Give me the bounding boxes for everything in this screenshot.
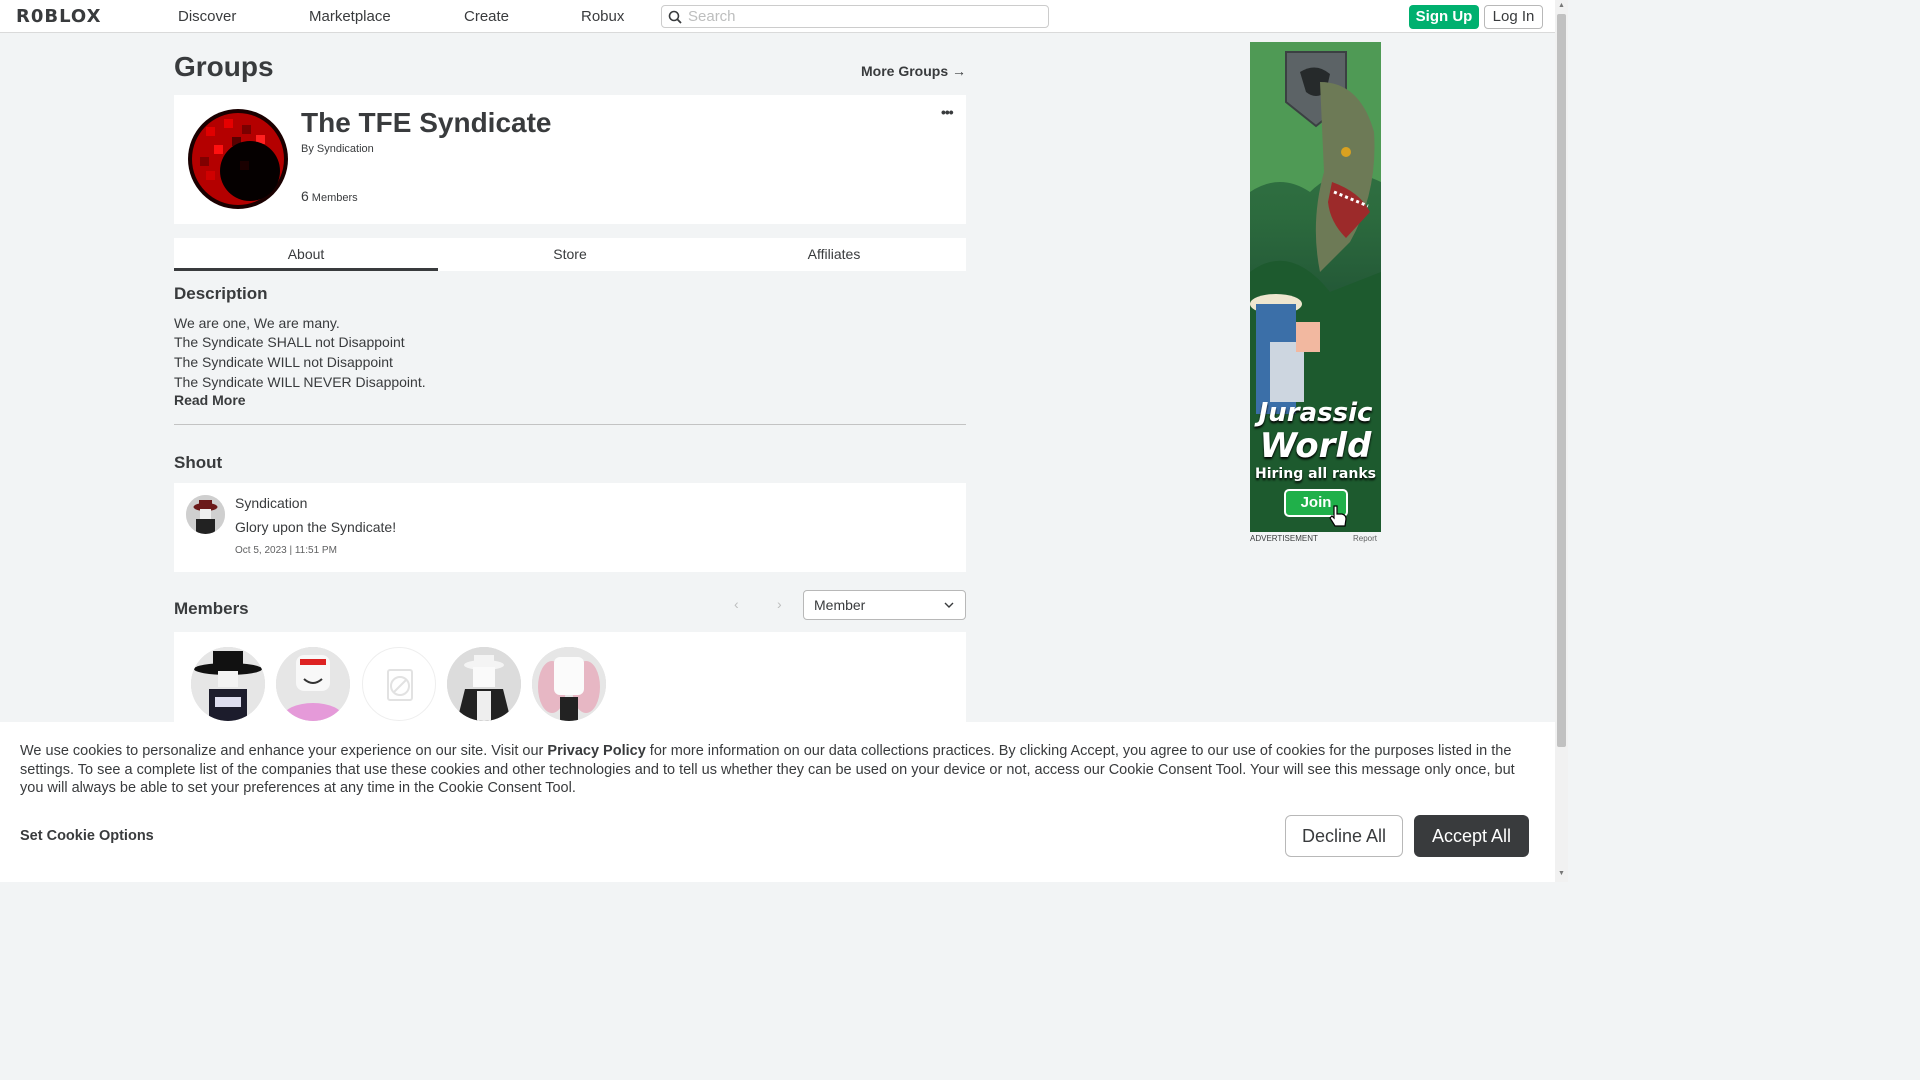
sign-up-button[interactable]: Sign Up <box>1409 5 1479 29</box>
log-in-button[interactable]: Log In <box>1484 5 1543 29</box>
members-list <box>174 632 966 732</box>
top-nav: R0BLOX Discover Marketplace Create Robux… <box>0 0 1555 33</box>
shout-avatar-image <box>186 495 225 534</box>
by-prefix: By <box>301 143 314 155</box>
member-count: 6 Members <box>301 188 358 204</box>
search-input[interactable] <box>688 7 1038 26</box>
member-avatar-unavailable[interactable] <box>362 647 436 721</box>
set-cookie-options-link[interactable]: Set Cookie Options <box>20 828 154 844</box>
member-avatar-image <box>276 647 350 721</box>
description-heading: Description <box>174 284 268 303</box>
next-page-icon[interactable]: › <box>777 596 782 612</box>
description-line: The Syndicate SHALL not Disappoint <box>174 334 405 350</box>
cookie-message: We use cookies to personalize and enhanc… <box>20 742 1540 798</box>
accept-all-button[interactable]: Accept All <box>1414 815 1529 857</box>
decline-all-button[interactable]: Decline All <box>1285 815 1403 857</box>
shout-text: Glory upon the Syndicate! <box>235 519 397 535</box>
nav-create[interactable]: Create <box>464 8 509 25</box>
nav-marketplace[interactable]: Marketplace <box>309 8 391 25</box>
ad-title-line-1: Jurassic <box>1258 398 1373 428</box>
roblox-logo[interactable]: R0BLOX <box>16 6 101 27</box>
group-name: The TFE Syndicate <box>301 107 552 138</box>
cookie-text-before: We use cookies to personalize and enhanc… <box>20 743 548 759</box>
search-box <box>661 5 1049 28</box>
group-owner-link[interactable]: Syndication <box>317 143 374 155</box>
member-avatar-image <box>532 647 606 721</box>
description-line: We are one, We are many. <box>174 315 340 331</box>
hand-cursor-icon <box>1329 505 1347 527</box>
read-more-link[interactable]: Read More <box>174 392 246 408</box>
tab-store[interactable]: Store <box>438 238 702 271</box>
privacy-policy-link[interactable]: Privacy Policy <box>547 743 645 759</box>
cookie-consent-banner: We use cookies to personalize and enhanc… <box>0 722 1555 882</box>
previous-page-icon[interactable]: ‹ <box>734 596 739 612</box>
advertisement-banner[interactable]: Jurassic World Hiring all ranks Join <box>1250 42 1381 532</box>
tab-affiliates[interactable]: Affiliates <box>702 238 966 271</box>
scroll-thumb[interactable] <box>1557 14 1566 747</box>
tab-about[interactable]: About <box>174 238 438 271</box>
unavailable-icon <box>387 669 413 701</box>
group-emblem-image <box>186 107 291 212</box>
description-line: The Syndicate WILL NEVER Disappoint. <box>174 374 426 390</box>
nav-robux[interactable]: Robux <box>581 8 624 25</box>
scroll-down-arrow-icon[interactable]: ▼ <box>1558 870 1565 877</box>
group-tabs: About Store Affiliates <box>174 238 966 271</box>
group-header-card: The TFE Syndicate By Syndication 6 Member… <box>174 95 966 224</box>
page-scrollbar[interactable]: ▲ ▼ <box>1555 0 1568 882</box>
shout-card: Syndication Glory upon the Syndicate! Oc… <box>174 483 966 572</box>
ad-title-line-2: World <box>1259 426 1372 466</box>
shout-heading: Shout <box>174 453 223 472</box>
avatar[interactable] <box>186 495 225 534</box>
page-title: Groups <box>174 51 274 82</box>
member-avatar[interactable] <box>191 647 265 721</box>
chevron-down-icon <box>944 602 954 608</box>
member-avatar[interactable] <box>447 647 521 721</box>
shout-author-link[interactable]: Syndication <box>235 495 307 511</box>
section-divider <box>174 424 966 425</box>
member-count-value: 6 <box>301 188 309 204</box>
member-avatar[interactable] <box>532 647 606 721</box>
member-count-label: Members <box>311 192 358 204</box>
shout-timestamp: Oct 5, 2023 | 11:51 PM <box>235 545 337 556</box>
description-line: The Syndicate WILL not Disappoint <box>174 354 393 370</box>
more-options-icon[interactable]: ••• <box>941 104 954 120</box>
ad-report-link[interactable]: Report <box>1353 534 1377 543</box>
members-heading: Members <box>174 599 249 618</box>
ad-subtitle: Hiring all ranks <box>1255 466 1376 482</box>
group-owner-line: By Syndication <box>301 143 374 155</box>
member-avatar-image <box>447 647 521 721</box>
rank-dropdown[interactable]: Member <box>803 590 966 620</box>
nav-discover[interactable]: Discover <box>178 8 236 25</box>
ad-label: ADVERTISEMENT <box>1250 534 1318 543</box>
member-avatar[interactable] <box>276 647 350 721</box>
rank-dropdown-value: Member <box>814 597 866 613</box>
group-emblem <box>186 107 291 212</box>
member-avatar-image <box>191 647 265 721</box>
scroll-up-arrow-icon[interactable]: ▲ <box>1558 2 1565 9</box>
search-icon <box>668 10 682 24</box>
more-groups-link[interactable]: More Groups → <box>861 63 966 79</box>
